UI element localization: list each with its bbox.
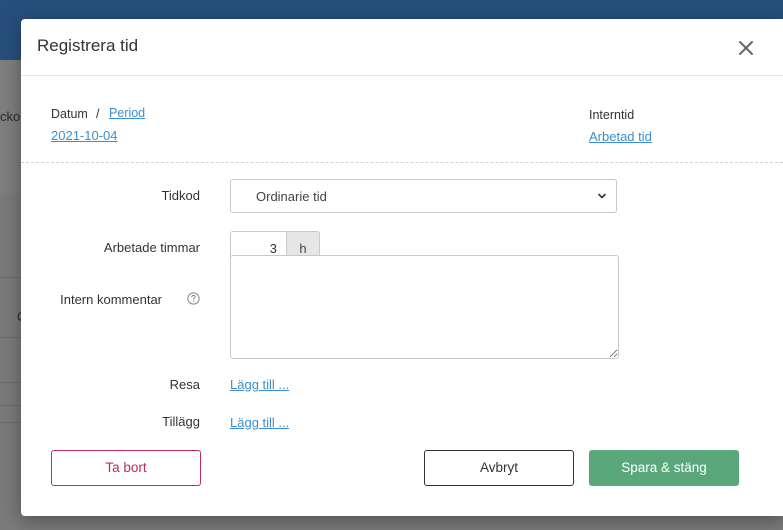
internal-time-label: Interntid (589, 108, 635, 122)
section-divider (21, 162, 783, 163)
tidkod-selected-value: Ordinarie tid (256, 189, 327, 204)
chevron-down-icon (598, 193, 606, 199)
question-circle-icon[interactable] (187, 292, 200, 305)
dialog-header: Registrera tid (21, 19, 783, 76)
delete-button[interactable]: Ta bort (51, 450, 201, 486)
save-and-close-button[interactable]: Spara & stäng (589, 450, 739, 486)
addition-label: Tillägg (162, 414, 200, 429)
date-period-separator: / (96, 107, 100, 121)
date-value-link[interactable]: 2021-10-04 (51, 128, 118, 143)
travel-label: Resa (169, 377, 200, 392)
internal-time-link[interactable]: Arbetad tid (589, 129, 652, 144)
addition-add-link[interactable]: Lägg till ... (230, 415, 289, 430)
tidkod-select[interactable]: Ordinarie tid (230, 179, 617, 213)
dialog-title: Registrera tid (37, 36, 139, 55)
period-link[interactable]: Period (109, 106, 145, 120)
close-icon (739, 41, 753, 55)
comment-textarea[interactable] (230, 255, 619, 359)
travel-add-link[interactable]: Lägg till ... (230, 377, 289, 392)
hours-label: Arbetade timmar (103, 240, 200, 255)
close-button[interactable] (735, 37, 757, 59)
register-time-dialog: Registrera tid Datum / Period 2021-10-04… (21, 19, 783, 516)
cancel-button[interactable]: Avbryt (424, 450, 574, 486)
comment-label: Intern kommentar (60, 292, 162, 307)
date-label: Datum (51, 107, 88, 121)
tidkod-label: Tidkod (161, 188, 200, 203)
